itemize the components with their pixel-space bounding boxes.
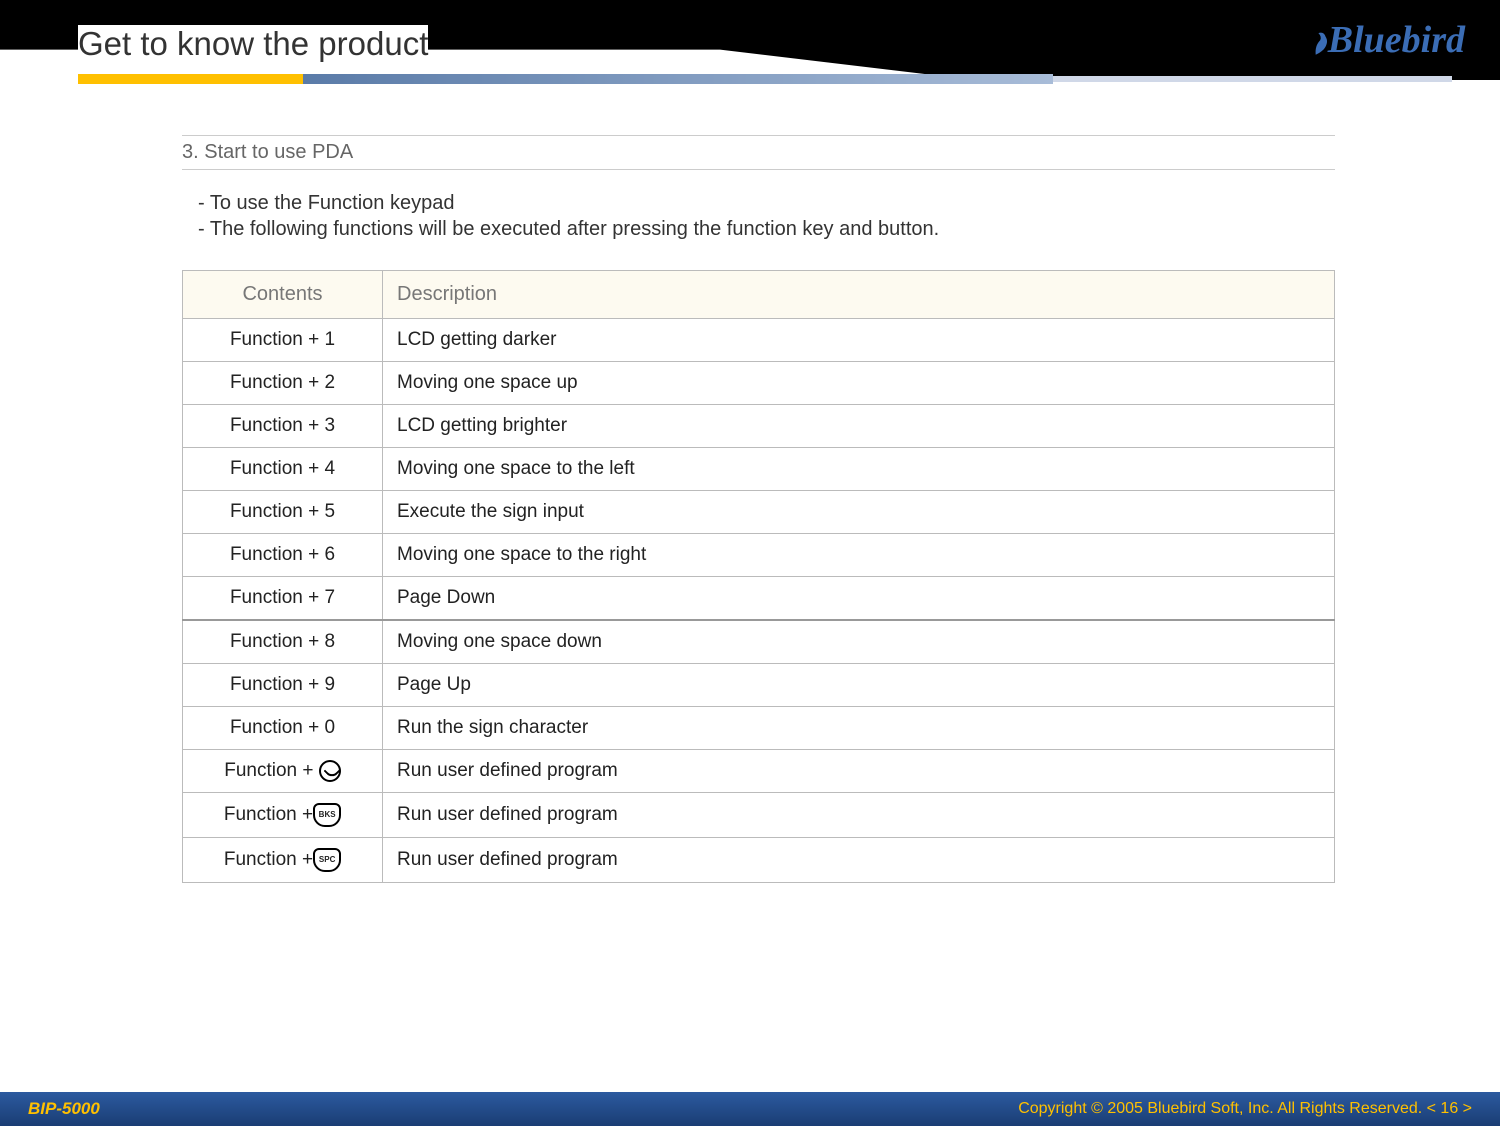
cell-desc: Run the sign character — [383, 707, 1335, 750]
cell-desc: Page Up — [383, 664, 1335, 707]
table-row: Function + 7 Page Down — [183, 577, 1335, 621]
cell-desc: Moving one space down — [383, 620, 1335, 664]
brand-logo: Bluebird — [1313, 18, 1465, 62]
table-header-contents: Contents — [183, 271, 383, 319]
table-row: Function + 1 LCD getting darker — [183, 319, 1335, 362]
spc-key-icon: SPC — [313, 848, 341, 872]
body-line-2: - The following functions will be execut… — [198, 216, 1335, 242]
body-line-1: - To use the Function keypad — [198, 190, 1335, 216]
function-table: Contents Description Function + 1 LCD ge… — [182, 270, 1335, 883]
table-header-row: Contents Description — [183, 271, 1335, 319]
table-row: Function + 2 Moving one space up — [183, 362, 1335, 405]
cell-key: Function + 4 — [183, 448, 383, 491]
table-row: Function + 4 Moving one space to the lef… — [183, 448, 1335, 491]
table-row: Function + 0 Run the sign character — [183, 707, 1335, 750]
cell-key: Function + 9 — [183, 664, 383, 707]
cell-key: Function + 0 — [183, 707, 383, 750]
table-row: Function + 3 LCD getting brighter — [183, 405, 1335, 448]
table-row: Function +BKS Run user defined program — [183, 793, 1335, 838]
cell-desc: LCD getting brighter — [383, 405, 1335, 448]
key-text: Function + — [224, 804, 313, 825]
cell-desc: Run user defined program — [383, 838, 1335, 883]
footer-product-name: BIP-5000 — [28, 1099, 100, 1119]
table-row: Function + 9 Page Up — [183, 664, 1335, 707]
cell-key: Function +SPC — [183, 838, 383, 883]
cell-key: Function + 5 — [183, 491, 383, 534]
section-divider-bottom — [182, 169, 1335, 170]
footer-copyright: Copyright © 2005 Bluebird Soft, Inc. All… — [1018, 1100, 1472, 1118]
cell-key: Function + 2 — [183, 362, 383, 405]
main-content: 3. Start to use PDA - To use the Functio… — [0, 80, 1500, 883]
cell-desc: LCD getting darker — [383, 319, 1335, 362]
footer: BIP-5000 Copyright © 2005 Bluebird Soft,… — [0, 1092, 1500, 1126]
key-text: Function + — [224, 760, 319, 781]
table-row: Function + 5 Execute the sign input — [183, 491, 1335, 534]
cell-key: Function + 3 — [183, 405, 383, 448]
cell-desc: Moving one space to the left — [383, 448, 1335, 491]
table-row: Function + Run user defined program — [183, 750, 1335, 793]
table-header-description: Description — [383, 271, 1335, 319]
cell-key: Function + 7 — [183, 577, 383, 621]
section-body: - To use the Function keypad - The follo… — [198, 190, 1335, 242]
cell-key: Function + 6 — [183, 534, 383, 577]
page-title: Get to know the product — [78, 25, 428, 63]
table-row: Function +SPC Run user defined program — [183, 838, 1335, 883]
cell-key: Function + 1 — [183, 319, 383, 362]
cell-key: Function + — [183, 750, 383, 793]
title-underline-accent — [78, 74, 303, 84]
phone-icon — [319, 760, 341, 782]
cell-desc: Run user defined program — [383, 793, 1335, 838]
brand-text: Bluebird — [1328, 18, 1465, 62]
cell-desc: Run user defined program — [383, 750, 1335, 793]
table-row: Function + 8 Moving one space down — [183, 620, 1335, 664]
cell-desc: Moving one space up — [383, 362, 1335, 405]
key-text: Function + — [224, 849, 313, 870]
section-divider-top — [182, 135, 1335, 136]
cell-desc: Moving one space to the right — [383, 534, 1335, 577]
table-row: Function + 6 Moving one space to the rig… — [183, 534, 1335, 577]
bks-key-icon: BKS — [313, 803, 341, 827]
cell-desc: Page Down — [383, 577, 1335, 621]
title-underline-gradient — [303, 74, 1053, 84]
header: Get to know the product Bluebird — [0, 0, 1500, 80]
cell-key: Function + 8 — [183, 620, 383, 664]
cell-key: Function +BKS — [183, 793, 383, 838]
section-heading: 3. Start to use PDA — [182, 141, 1335, 164]
cell-desc: Execute the sign input — [383, 491, 1335, 534]
